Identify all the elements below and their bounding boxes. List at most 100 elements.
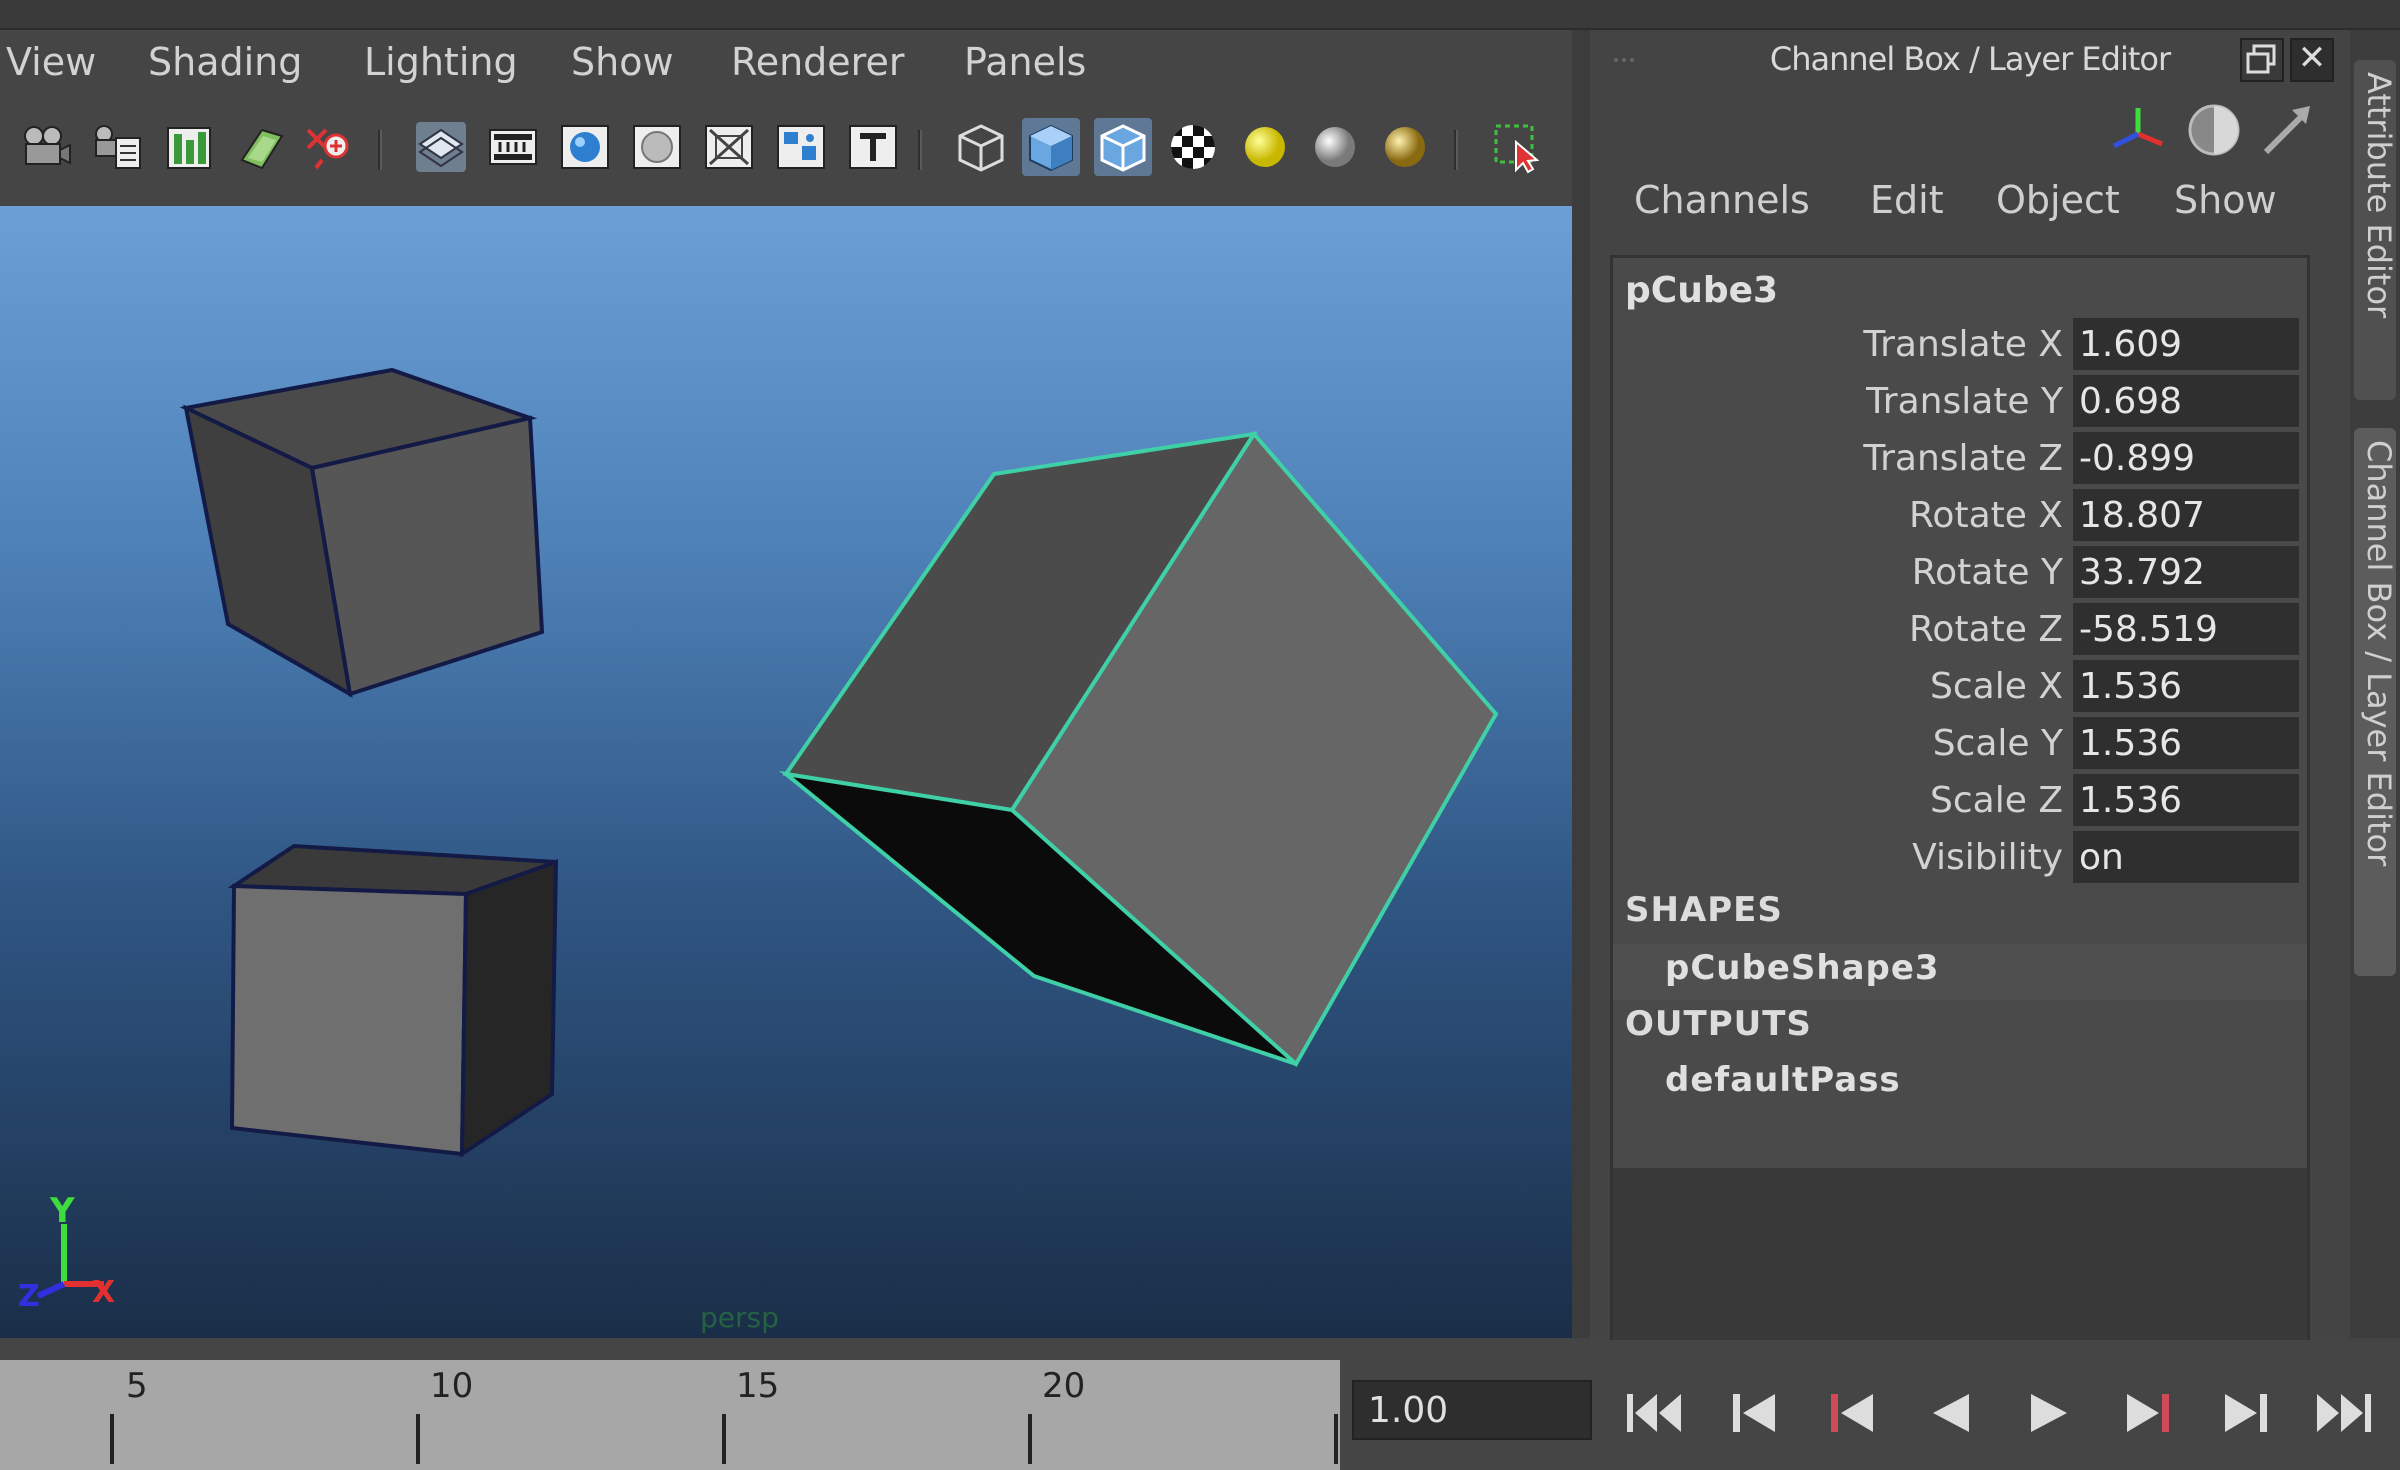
camera-select-icon[interactable] (16, 118, 74, 176)
menu-lighting[interactable]: Lighting (364, 40, 518, 84)
attr-label[interactable]: Translate Y (1866, 381, 2063, 422)
attr-value-field[interactable]: 1.536 (2073, 774, 2299, 826)
channel-box-title: Channel Box / Layer Editor (1769, 40, 2171, 78)
attr-value-field[interactable]: 1.536 (2073, 660, 2299, 712)
attr-row-scale-y: Scale Y 1.536 (1613, 715, 2307, 771)
tick-label: 20 (1042, 1366, 1086, 1406)
wireframe-on-shaded-icon[interactable] (1094, 118, 1152, 176)
close-panel-button[interactable]: ✕ (2290, 38, 2334, 82)
timeline-tick (416, 1414, 420, 1464)
textured-icon[interactable] (1164, 118, 1222, 176)
scene-view: Y X Z (18, 367, 1499, 1314)
attr-value-field[interactable]: -0.899 (2073, 432, 2299, 484)
viewport-panel: View Shading Lighting Show Renderer Pane… (0, 30, 1572, 1338)
menu-show-cb[interactable]: Show (2174, 178, 2277, 222)
play-backwards-icon[interactable] (1916, 1380, 1986, 1446)
go-to-start-icon[interactable] (1620, 1380, 1690, 1446)
attr-row-translate-z: Translate Z -0.899 (1613, 430, 2307, 486)
two-d-pan-zoom-icon[interactable] (300, 118, 358, 176)
attr-label[interactable]: Visibility (1912, 837, 2063, 878)
menu-renderer[interactable]: Renderer (731, 40, 904, 84)
image-plane-icon[interactable] (232, 118, 290, 176)
attr-row-translate-y: Translate Y 0.698 (1613, 373, 2307, 429)
attr-label[interactable]: Rotate Z (1909, 609, 2063, 650)
attr-label[interactable]: Scale X (1930, 666, 2063, 707)
attr-label[interactable]: Scale Z (1930, 780, 2063, 821)
hyper-channel-arrow-icon[interactable] (2256, 100, 2316, 160)
attr-value-field[interactable]: 1.609 (2073, 318, 2299, 370)
isolate-select-icon[interactable] (1488, 118, 1546, 176)
menu-channels[interactable]: Channels (1634, 178, 1810, 222)
perspective-viewport[interactable]: Y X Z persp (0, 206, 1572, 1338)
menu-view[interactable]: View (6, 40, 96, 84)
wireframe-icon[interactable] (952, 118, 1010, 176)
shape-node-item[interactable]: pCubeShape3 (1665, 948, 1940, 988)
smooth-shade-all-icon[interactable] (1022, 118, 1080, 176)
menu-object[interactable]: Object (1996, 178, 2120, 222)
bookmarks-icon[interactable] (160, 118, 218, 176)
attr-value-field[interactable]: 18.807 (2073, 489, 2299, 541)
grid-icon[interactable] (412, 118, 470, 176)
attr-value-field[interactable]: 33.792 (2073, 546, 2299, 598)
manipulator-axes-icon[interactable] (2108, 100, 2168, 160)
camera-attributes-icon[interactable] (88, 118, 146, 176)
menu-shading[interactable]: Shading (148, 40, 302, 84)
safe-title-icon[interactable] (844, 118, 902, 176)
attr-row-rotate-x: Rotate X 18.807 (1613, 487, 2307, 543)
channel-list: pCube3 Translate X 1.609 Translate Y 0.6… (1610, 255, 2310, 1343)
attr-row-scale-z: Scale Z 1.536 (1613, 772, 2307, 828)
time-slider[interactable]: 5 10 15 20 (0, 1360, 1340, 1470)
menu-panels[interactable]: Panels (964, 40, 1086, 84)
go-to-end-icon[interactable] (2308, 1380, 2378, 1446)
attr-label[interactable]: Rotate Y (1912, 552, 2063, 593)
menu-show[interactable]: Show (571, 40, 674, 84)
timeline-tick (722, 1414, 726, 1464)
window-top-strip (0, 0, 2400, 30)
attr-row-scale-x: Scale X 1.536 (1613, 658, 2307, 714)
current-frame-field[interactable]: 1.00 (1352, 1380, 1592, 1440)
attr-value-field[interactable]: 0.698 (2073, 375, 2299, 427)
step-forward-key-icon[interactable] (2210, 1380, 2280, 1446)
tab-attribute-editor[interactable]: Attribute Editor (2354, 60, 2398, 400)
attr-value-field[interactable]: 1.536 (2073, 717, 2299, 769)
attr-value-field[interactable]: -58.519 (2073, 603, 2299, 655)
field-chart-icon[interactable] (700, 118, 758, 176)
attr-label[interactable]: Rotate X (1909, 495, 2063, 536)
attr-value-field[interactable]: on (2073, 831, 2299, 883)
cube-bottom-left[interactable] (227, 843, 559, 1158)
resolution-gate-icon[interactable] (556, 118, 614, 176)
tick-label: 15 (736, 1366, 780, 1406)
cube-top-left[interactable] (179, 367, 545, 698)
tab-label: Channel Box / Layer Editor (2360, 440, 2398, 867)
use-all-lights-icon[interactable] (1236, 118, 1294, 176)
float-window-icon (2246, 44, 2276, 74)
axis-y-label: Y (49, 1191, 75, 1231)
panel-divider[interactable] (1572, 30, 1590, 1338)
step-back-key-icon[interactable] (1720, 1380, 1790, 1446)
object-name[interactable]: pCube3 (1625, 270, 1778, 311)
speed-channel-icon[interactable] (2184, 100, 2244, 160)
step-back-frame-icon[interactable] (1818, 1380, 1888, 1446)
toolbar-separator (918, 130, 922, 170)
cube-selected-pcube3[interactable] (778, 430, 1499, 1068)
output-node-item[interactable]: defaultPass (1665, 1060, 1901, 1100)
close-icon: ✕ (2297, 38, 2327, 78)
film-gate-icon[interactable] (484, 118, 542, 176)
timeline-tick (1334, 1414, 1338, 1464)
float-panel-button[interactable] (2240, 38, 2284, 82)
shadows-icon[interactable] (1306, 118, 1364, 176)
play-forwards-icon[interactable] (2014, 1380, 2084, 1446)
tick-label: 10 (430, 1366, 474, 1406)
safe-action-icon[interactable] (772, 118, 830, 176)
gate-mask-icon[interactable] (628, 118, 686, 176)
tab-label: Attribute Editor (2360, 72, 2398, 319)
attr-label[interactable]: Translate X (1863, 324, 2063, 365)
step-forward-frame-icon[interactable] (2112, 1380, 2182, 1446)
attr-row-translate-x: Translate X 1.609 (1613, 316, 2307, 372)
screen-space-ambient-occlusion-icon[interactable] (1376, 118, 1434, 176)
menu-edit[interactable]: Edit (1870, 178, 1944, 222)
tab-channel-box-layer-editor[interactable]: Channel Box / Layer Editor (2354, 428, 2398, 976)
attr-label[interactable]: Translate Z (1863, 438, 2063, 479)
attr-label[interactable]: Scale Y (1933, 723, 2063, 764)
panel-toolbar (0, 102, 1572, 204)
